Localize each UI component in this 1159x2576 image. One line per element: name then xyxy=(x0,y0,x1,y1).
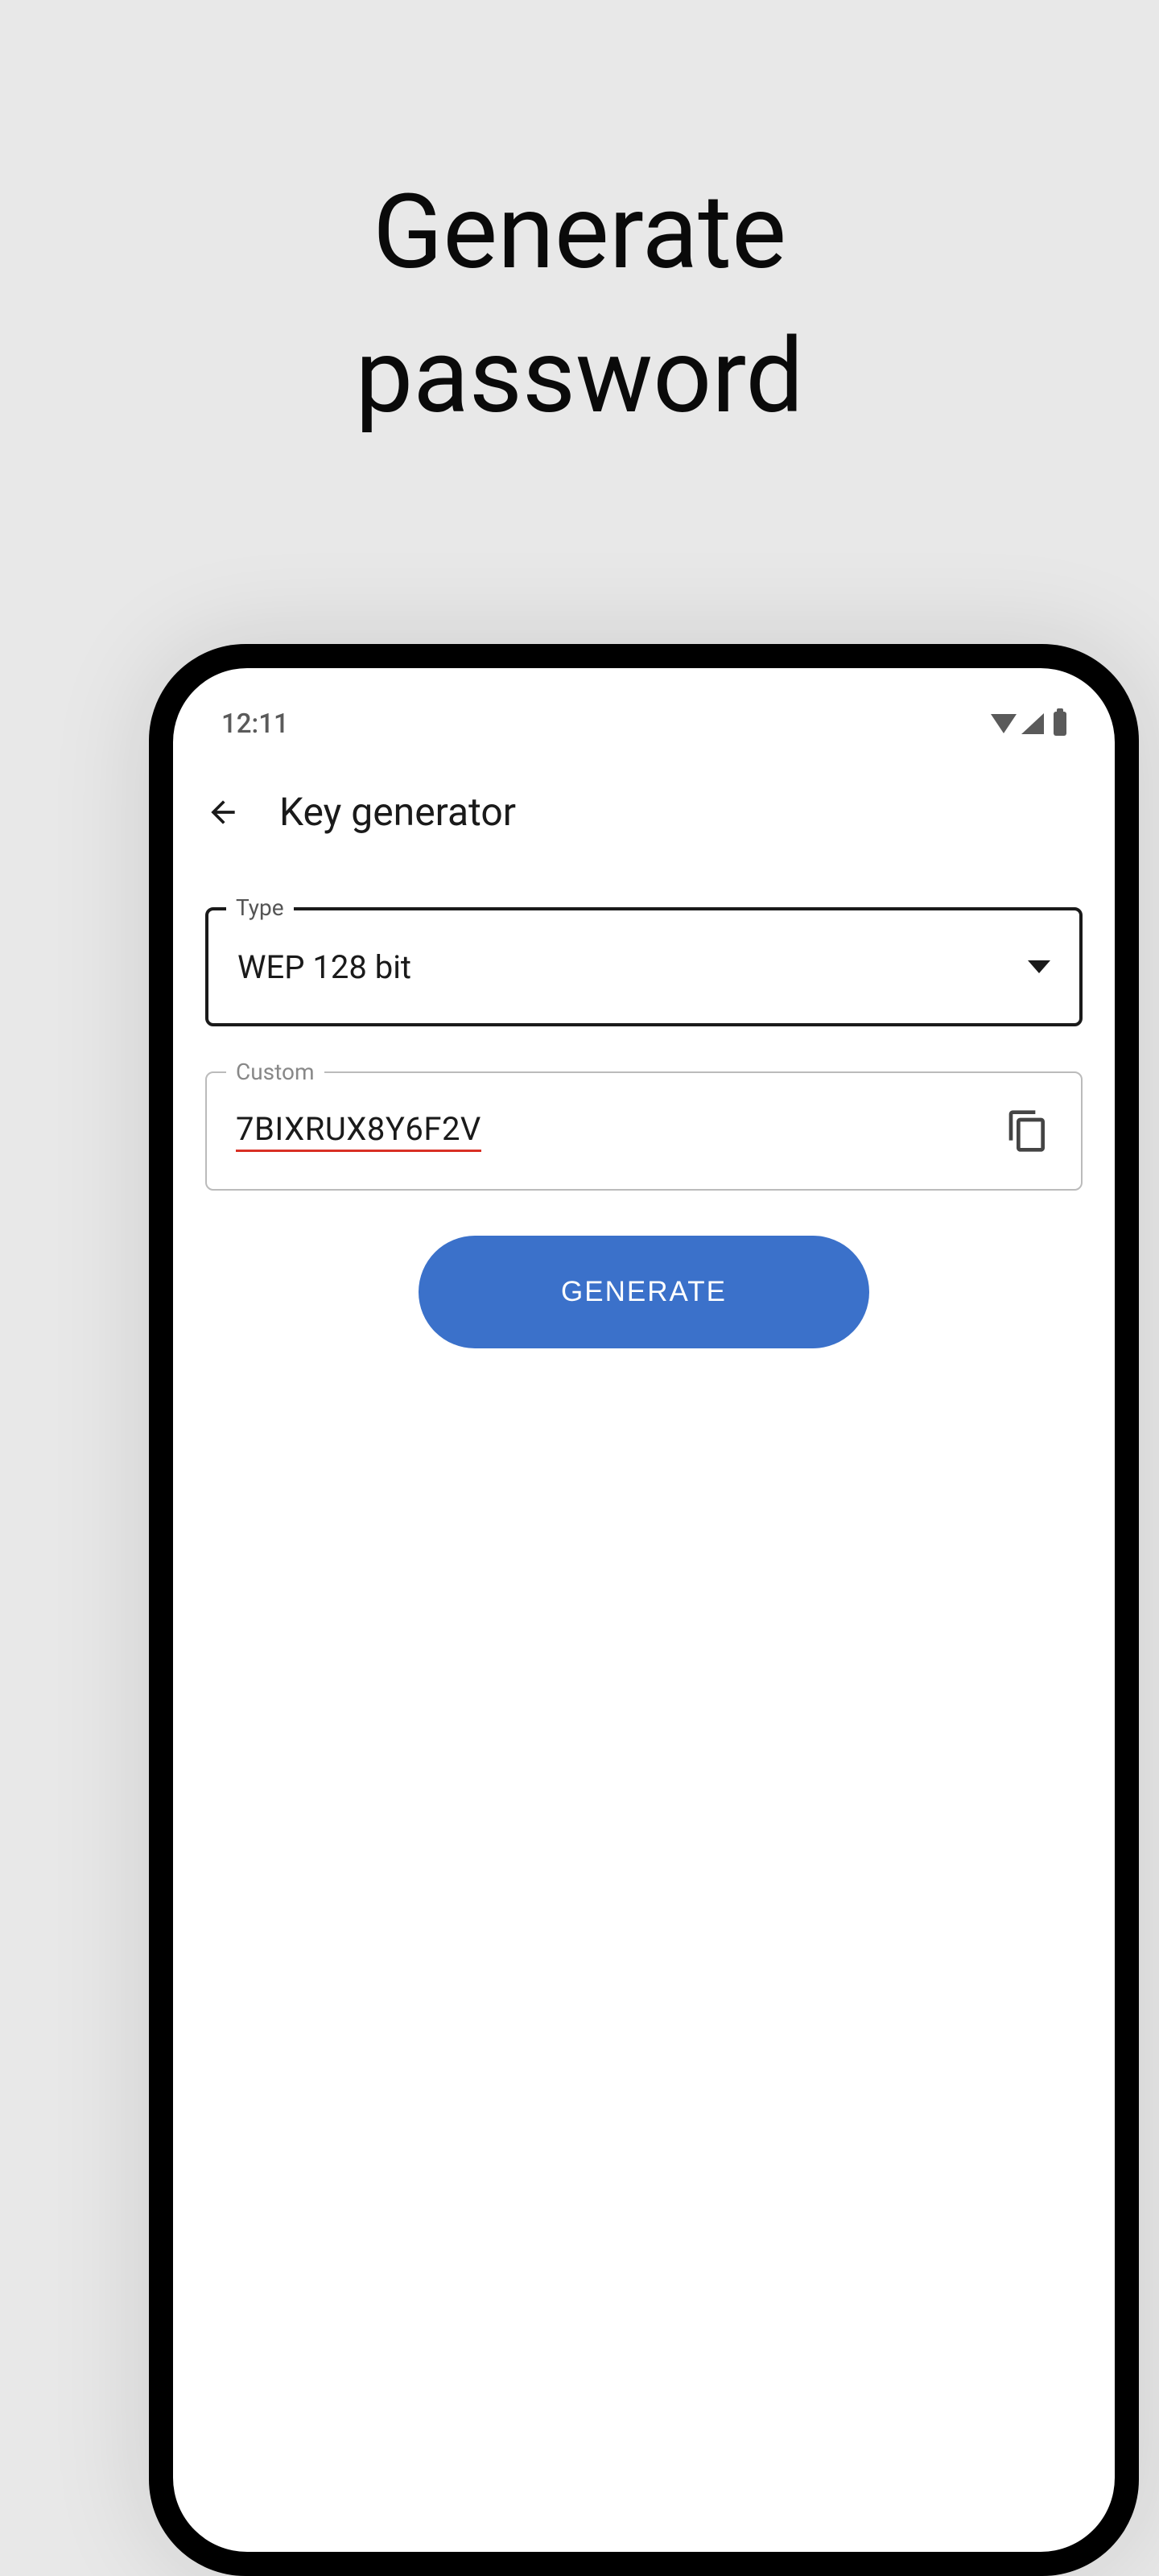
arrow-left-icon xyxy=(205,795,241,830)
back-button[interactable] xyxy=(205,795,241,830)
wifi-icon xyxy=(991,714,1017,733)
custom-label: Custom xyxy=(226,1059,324,1085)
app-bar: Key generator xyxy=(173,749,1115,867)
type-field-wrapper: Type WEP 128 bit xyxy=(205,907,1083,1026)
signal-icon xyxy=(1021,713,1044,734)
status-time: 12:11 xyxy=(221,708,289,740)
content-area: Type WEP 128 bit Custom 7BIXRUX8Y6F2V xyxy=(173,867,1115,1348)
phone-frame: 12:11 Key generator Type WEP 128 bit xyxy=(149,644,1139,2576)
status-icons xyxy=(991,712,1066,736)
phone-screen: 12:11 Key generator Type WEP 128 bit xyxy=(173,668,1115,2552)
page-title: Key generator xyxy=(279,789,516,835)
copy-icon xyxy=(1005,1108,1050,1154)
generated-key-value: 7BIXRUX8Y6F2V xyxy=(236,1110,481,1152)
status-bar: 12:11 xyxy=(173,668,1115,749)
promo-title: Generate password xyxy=(0,161,1159,449)
chevron-down-icon xyxy=(1028,960,1050,973)
promo-title-line2: password xyxy=(355,316,803,437)
type-dropdown[interactable]: WEP 128 bit xyxy=(205,907,1083,1026)
promo-title-line1: Generate xyxy=(373,172,786,293)
custom-field-wrapper: Custom 7BIXRUX8Y6F2V xyxy=(205,1071,1083,1191)
battery-icon xyxy=(1054,712,1066,736)
type-value: WEP 128 bit xyxy=(237,948,411,986)
custom-output[interactable]: 7BIXRUX8Y6F2V xyxy=(205,1071,1083,1191)
copy-button[interactable] xyxy=(1004,1107,1052,1155)
generate-button[interactable]: GENERATE xyxy=(419,1236,869,1348)
type-label: Type xyxy=(226,894,294,921)
